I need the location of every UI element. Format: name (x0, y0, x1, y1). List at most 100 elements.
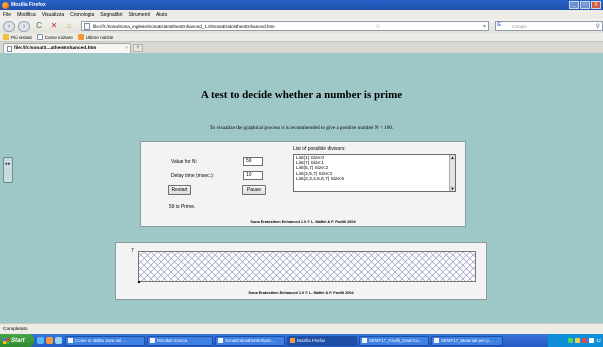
app-icon (68, 338, 73, 343)
maximize-button[interactable]: □ (580, 1, 590, 9)
sidebar-toggle-grip[interactable]: ▸▸ (3, 157, 13, 183)
tab-sona-eratosthen[interactable]: file:///I:/sona/S...athenEnhanced.htm × (3, 43, 131, 53)
menu-cronologia[interactable]: Cronologia (70, 12, 94, 18)
menu-aiuto[interactable]: Aiuto (156, 12, 167, 18)
security-icon[interactable] (574, 338, 580, 343)
close-window-button[interactable]: X (591, 1, 601, 9)
bookmark-label: Come iniziare (44, 34, 73, 40)
start-label: Start (11, 337, 25, 344)
minimize-button[interactable]: _ (569, 1, 579, 9)
delay-input[interactable]: 10 (243, 171, 263, 180)
taskbar-item-label: SEMT17_Materiali-per-p... (441, 338, 493, 343)
taskbar-item[interactable]: SEMT17_Favilli_Onal-Co... (359, 335, 429, 346)
clock[interactable]: 12 (596, 338, 601, 343)
tab-label: file:///I:/sona/S...athenEnhanced.htm (14, 46, 97, 51)
bookmark-folder-icon (3, 34, 9, 40)
google-icon[interactable]: G (497, 22, 509, 30)
result-text: 59 is Prime. (169, 204, 196, 210)
firefox-icon[interactable] (46, 337, 53, 344)
navigation-toolbar: ‹ › C ✕ ⌂ file:///I:/sona/Sona_inglese/S… (0, 19, 603, 33)
listbox-scrollbar[interactable]: ▲ ▼ (449, 155, 455, 191)
stop-button[interactable]: ✕ (48, 21, 60, 32)
search-bar[interactable]: G Google ⚲ (495, 21, 603, 31)
rss-icon (77, 34, 84, 40)
menu-segnalibri[interactable]: Segnalibri (100, 12, 122, 18)
back-button[interactable]: ‹ (3, 20, 15, 32)
scroll-up-icon[interactable]: ▲ (450, 155, 455, 160)
sieve-grid (138, 251, 476, 282)
applet-credit: Sona Eratosthen Enhanced 1.0 © L. Maffei… (250, 220, 356, 224)
menu-modifica[interactable]: Modifica (17, 12, 36, 18)
bookmark-page-icon (36, 34, 43, 40)
bookmarks-toolbar: Più visitati Come iniziare Ultime notizi… (0, 33, 603, 42)
window-title: Mozilla Firefox (11, 2, 46, 8)
taskbar-item-active[interactable]: Mozilla Firefox (287, 335, 357, 346)
reload-button[interactable]: C (33, 21, 45, 32)
page-icon (84, 22, 90, 30)
url-dropdown-icon[interactable]: ▾ (483, 23, 486, 30)
value-label: Value for N: (171, 159, 198, 165)
windows-taskbar: Start Come si abilita Java nel ... Risul… (0, 334, 603, 347)
value-input[interactable]: 59 (243, 157, 263, 166)
firefox-icon (290, 338, 295, 343)
bookmark-come-iniziare[interactable]: Come iniziare (36, 34, 73, 40)
window-titlebar: Mozilla Firefox _ □ X (0, 0, 603, 10)
taskbar-item-label: Come si abilita Java nel ... (75, 338, 127, 343)
restart-button[interactable]: Restart (168, 185, 191, 195)
pause-button[interactable]: Pause (242, 185, 266, 195)
new-tab-button[interactable]: + (133, 44, 143, 52)
bookmark-ultime-notizie[interactable]: Ultime notizie (77, 34, 114, 40)
menu-file[interactable]: File (3, 12, 11, 18)
home-button[interactable]: ⌂ (63, 21, 75, 32)
bookmark-star-icon[interactable]: ☆ (375, 23, 380, 30)
taskbar-item[interactable]: SonaEratosthenEnhanc... (215, 335, 285, 346)
control-applet: Value for N: 59 Delay time (msec.): 10 R… (140, 141, 466, 227)
quick-launch (37, 337, 62, 344)
close-tab-icon[interactable]: × (125, 46, 128, 51)
page-subtitle: To visualize the graphical process it is… (209, 125, 394, 131)
system-tray: 12 (548, 334, 603, 347)
start-button[interactable]: Start (0, 334, 34, 347)
url-text[interactable]: file:///I:/sona/Sona_inglese/SonaEratost… (93, 24, 275, 29)
app-icon (362, 338, 367, 343)
divisors-list: List(1) Size:0 List(7) Size:1 List(5,7) … (296, 156, 344, 182)
volume-icon[interactable] (588, 338, 594, 343)
page-content: ▸▸ A test to decide whether a number is … (0, 53, 603, 323)
taskbar-item-label: Risultati ricerca (157, 338, 188, 343)
bookmark-label: Ultime notizie (85, 34, 114, 40)
divisors-listbox[interactable]: List(1) Size:0 List(7) Size:1 List(5,7) … (293, 154, 456, 192)
delay-label: Delay time (msec.): (171, 173, 215, 179)
tab-bar: file:///I:/sona/S...athenEnhanced.htm × … (0, 42, 603, 53)
app-icon (434, 338, 439, 343)
ie-icon[interactable] (37, 337, 44, 344)
app-icon (150, 338, 155, 343)
bookmark-piu-visitati[interactable]: Più visitati (3, 34, 32, 40)
taskbar-item-label: SEMT17_Favilli_Onal-Co... (369, 338, 423, 343)
taskbar-item[interactable]: Come si abilita Java nel ... (65, 335, 145, 346)
antivirus-icon[interactable] (581, 338, 587, 343)
divisors-label: List of possible divisors: (293, 146, 346, 152)
url-bar[interactable]: file:///I:/sona/Sona_inglese/SonaEratost… (81, 21, 489, 31)
app-icon (218, 338, 223, 343)
search-icon[interactable]: ⚲ (596, 23, 600, 30)
list-item[interactable]: List(2,3,4,5,6,7) Size:6 (296, 177, 344, 182)
menu-visualizza[interactable]: Visualizza (42, 12, 64, 18)
taskbar-item[interactable]: SEMT17_Materiali-per-p... (431, 335, 503, 346)
scroll-down-icon[interactable]: ▼ (450, 186, 455, 191)
menu-strumenti[interactable]: Strumenti (129, 12, 150, 18)
menu-bar: File Modifica Visualizza Cronologia Segn… (0, 10, 603, 19)
window-controls: _ □ X (569, 1, 601, 9)
desktop-icon[interactable] (55, 337, 62, 344)
forward-button[interactable]: › (18, 20, 30, 32)
grid-credit: Sona Eratosthen Enhanced 1.0 © L. Maffei… (248, 291, 354, 295)
search-input[interactable]: Google (512, 24, 527, 29)
grid-row-number: 7 (131, 248, 134, 254)
sieve-grid-applet: 7 Sona Eratosthen Enhanced 1.0 © L. Maff… (115, 242, 487, 300)
taskbar-item-label: SonaEratosthenEnhanc... (225, 338, 276, 343)
windows-flag-icon (3, 337, 9, 344)
status-bar: Completato (0, 323, 603, 334)
page-title: A test to decide whether a number is pri… (200, 89, 403, 101)
taskbar-item[interactable]: Risultati ricerca (147, 335, 213, 346)
firefox-logo-icon (2, 1, 9, 9)
network-icon[interactable] (567, 338, 573, 343)
